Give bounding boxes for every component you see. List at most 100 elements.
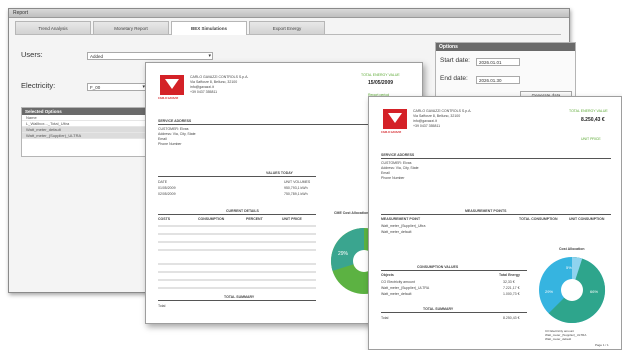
section-title: VALUES TODAY	[266, 171, 293, 175]
table-cell: 1.000,73 €	[503, 292, 520, 296]
address-line: CARLO GAVAZZI CONTROLS S.p.A.	[190, 75, 249, 79]
divider	[158, 300, 316, 301]
service-address-label: SERVICE ADDRESS	[381, 153, 415, 157]
total-row-label: Total	[158, 304, 166, 308]
table-row	[158, 287, 316, 289]
divider	[381, 214, 611, 215]
page-number: Page 1 / 1	[595, 343, 609, 347]
section-title: TOTAL SUMMARY	[224, 295, 255, 299]
service-address-label: SERVICE ADDRESS	[158, 119, 192, 123]
table-cell: 7.221,17 €	[503, 286, 520, 290]
column-header: COSTS	[158, 217, 171, 221]
divider	[381, 158, 611, 159]
address-line: +39 0437 355811	[190, 90, 218, 94]
divider	[381, 312, 527, 313]
total-value: 8.250,43 €	[581, 117, 605, 123]
section-title: MEASUREMENT POINTS	[465, 209, 507, 213]
legend-item: Watt_meter_default	[545, 337, 572, 341]
address-line: Via Safforze 8, Belluno, 32100	[413, 114, 461, 118]
tab-bar: Trend Analysis Monetary Report BEX Simul…	[15, 21, 561, 35]
tab-bex-simulations[interactable]: BEX Simulations	[171, 21, 247, 35]
window-title: Report	[9, 9, 569, 18]
pie-title: CME Cost Allocation	[334, 211, 369, 215]
pie-hole	[561, 279, 583, 301]
electricity-label: Electricity:	[21, 81, 56, 90]
table-row	[158, 263, 316, 265]
table-cell: 02/05/2009	[158, 192, 176, 196]
table-cell: 01/05/2009	[158, 186, 176, 190]
table-cell: Watt_meter_default	[381, 292, 412, 296]
table-cell: 32,33 €	[503, 280, 515, 284]
chevron-down-icon: ▾	[208, 53, 211, 59]
table-cell: Watt_meter_default	[381, 230, 412, 234]
pie-label: 66%	[590, 289, 598, 294]
pie-title: Cost Allocation	[559, 247, 585, 251]
tab-export-energy[interactable]: Export Energy	[249, 21, 325, 34]
table-cell: 950,793,1 kWh	[284, 186, 308, 190]
report-page-2: CARLO GAVAZZI CARLO GAVAZZI CONTROLS S.p…	[368, 96, 622, 350]
customer-line: Address: Via, City, State	[381, 166, 419, 170]
end-date-field[interactable]: 2026.01.30	[476, 76, 520, 84]
table-cell: Watt_meter_(Supplier)_Ultra	[381, 224, 426, 228]
customer-line: Address: Via, City, State	[158, 132, 196, 136]
table-cell: CO Electricity amount	[381, 280, 415, 284]
divider	[158, 176, 316, 177]
unit-price-label: UNIT PRICE	[581, 137, 601, 141]
total-value: 15/05/2009	[368, 80, 394, 86]
table-cell: DATE	[158, 180, 168, 184]
address-line: info@gavazzi.it	[413, 119, 437, 123]
total-row-value: 8.250,43 €	[503, 316, 520, 320]
users-label: Users:	[21, 50, 43, 59]
divider	[381, 270, 527, 271]
electricity-select-value: F_00	[90, 85, 101, 90]
selected-options-panel: Selected Options Name L_Wallbox..._Total…	[21, 107, 159, 157]
total-label: TOTAL ENERGY VALUE	[361, 73, 400, 77]
logo-text: CARLO GAVAZZI	[381, 131, 402, 134]
selected-options-header: Selected Options	[22, 108, 158, 115]
tab-trend-analysis[interactable]: Trend Analysis	[15, 21, 91, 34]
logo-text: CARLO GAVAZZI	[158, 97, 179, 100]
column-header: Total Energy	[499, 273, 520, 277]
options-header: Options	[436, 43, 575, 51]
section-title: CONSUMPTION VALUES	[417, 265, 459, 269]
end-date-label: End date:	[440, 75, 468, 82]
total-label: TOTAL ENERGY VALUE	[569, 109, 608, 113]
column-header: UNIT CONSUMPTION	[569, 217, 605, 221]
pie-label: 29%	[338, 251, 349, 257]
start-date-field[interactable]: 2026.01.01	[476, 58, 520, 66]
pie-label: 5%	[566, 265, 572, 270]
customer-line: Phone Number	[158, 142, 182, 146]
end-date-value: 2026.01.30	[479, 78, 502, 83]
column-header: CONSUMPTION	[198, 217, 225, 221]
column-header: TOTAL CONSUMPTION	[519, 217, 558, 221]
company-logo-icon	[383, 109, 407, 129]
tab-monetary-report[interactable]: Monetary Report	[93, 21, 169, 34]
column-header: Objects	[381, 273, 394, 277]
table-cell: 750,789,1 kWh	[284, 192, 308, 196]
column-header: MEASUREMENT POINT	[381, 217, 421, 221]
table-cell: UNIT VOLUMES	[284, 180, 311, 184]
address-line: +39 0437 355811	[413, 124, 441, 128]
electricity-select[interactable]: F_00 ▾	[87, 83, 147, 91]
table-cell: Watt_meter_(Supplier)_ULTRA	[381, 286, 430, 290]
address-line: CARLO GAVAZZI CONTROLS S.p.A.	[413, 109, 472, 113]
address-line: Via Safforze 8, Belluno, 32100	[190, 80, 238, 84]
customer-line: Email	[158, 137, 167, 141]
start-date-value: 2026.01.01	[479, 60, 502, 65]
customer-line: Email	[381, 171, 390, 175]
customer-line: CUSTOMER: Elvas	[381, 161, 412, 165]
list-item[interactable]: Watt_meter_(Supplier)_ULTRA	[22, 133, 158, 139]
start-date-label: Start date:	[440, 57, 470, 64]
table-row	[158, 241, 316, 243]
table-row	[158, 233, 316, 235]
section-title: CURRENT DETAILS	[226, 209, 259, 213]
column-header: UNIT PRICE	[282, 217, 302, 221]
company-logo-icon	[160, 75, 184, 95]
pie-label: 29%	[545, 289, 553, 294]
users-select-value: Added	[90, 54, 104, 59]
table-row	[158, 279, 316, 281]
users-select[interactable]: Added ▾	[87, 52, 213, 60]
table-row	[158, 225, 316, 227]
column-header: PERCENT	[246, 217, 263, 221]
section-title: TOTAL SUMMARY	[423, 307, 454, 311]
